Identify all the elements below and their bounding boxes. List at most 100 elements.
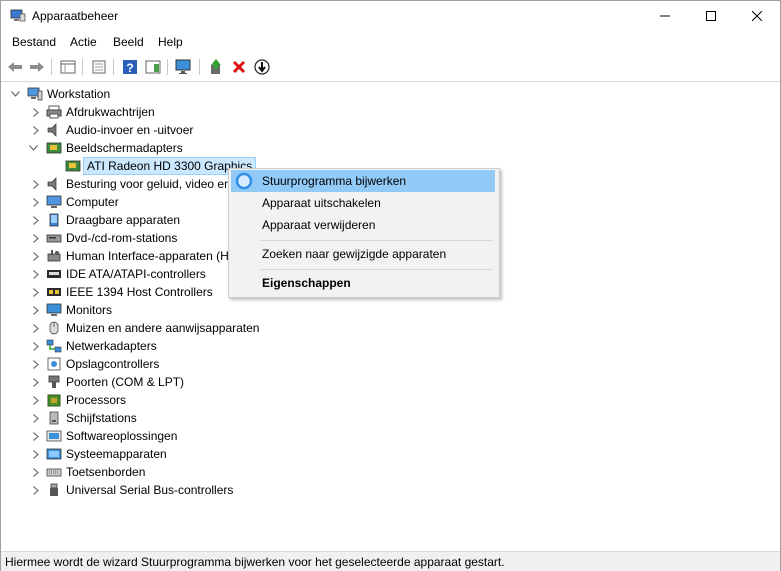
chevron-right-icon[interactable]	[31, 355, 40, 373]
chevron-right-icon[interactable]	[31, 193, 40, 211]
menu-item-properties[interactable]: Eigenschappen	[231, 272, 495, 294]
tree-item-label: Systeemapparaten	[66, 447, 167, 461]
menu-bar: Bestand Actie Beeld Help	[1, 32, 780, 53]
tree-root-workstation[interactable]: Workstation	[1, 85, 201, 103]
window-title: Apparaatbeheer	[32, 9, 119, 23]
tree-item-label: Poorten (COM & LPT)	[66, 375, 185, 389]
svg-text:?: ?	[126, 61, 133, 75]
chevron-right-icon[interactable]	[31, 301, 40, 319]
help-icon[interactable]: ?	[121, 58, 139, 76]
menu-item-uninstall-device[interactable]: Apparaat verwijderen	[231, 214, 495, 236]
disable-device-icon[interactable]	[253, 58, 271, 76]
chevron-right-icon[interactable]	[31, 481, 40, 499]
tree-item-label: Processors	[66, 393, 127, 407]
action-pane-icon[interactable]	[144, 58, 162, 76]
tree-item-label: Softwareoplossingen	[66, 429, 178, 443]
context-menu: Stuurprogramma bijwerken Apparaat uitsch…	[228, 168, 500, 298]
display-adapter-icon	[46, 141, 62, 155]
chevron-right-icon[interactable]	[31, 211, 40, 229]
status-bar: Hiermee wordt de wizard Stuurprogramma b…	[1, 551, 780, 571]
portable-device-icon	[46, 213, 62, 227]
tree-item-label: IEEE 1394 Host Controllers	[66, 285, 213, 299]
tree-item-label: Computer	[66, 195, 119, 209]
chevron-right-icon[interactable]	[31, 409, 40, 427]
monitor-icon	[46, 303, 62, 317]
keyboard-icon	[46, 465, 62, 479]
menu-item-label: Eigenschappen	[262, 276, 351, 290]
menu-bestand[interactable]: Bestand	[12, 35, 56, 49]
tree-item-label: Draagbare apparaten	[66, 213, 181, 227]
chevron-right-icon[interactable]	[31, 373, 40, 391]
chevron-right-icon[interactable]	[31, 391, 40, 409]
menu-item-label: Apparaat uitschakelen	[262, 196, 381, 210]
uninstall-x-icon[interactable]	[230, 58, 248, 76]
menu-item-disable-device[interactable]: Apparaat uitschakelen	[231, 192, 495, 214]
computer-icon	[46, 195, 62, 209]
chevron-right-icon[interactable]	[31, 247, 40, 265]
network-icon	[46, 339, 62, 353]
menu-beeld[interactable]: Beeld	[113, 35, 144, 49]
menu-item-update-driver[interactable]: Stuurprogramma bijwerken	[231, 170, 495, 192]
chevron-right-icon[interactable]	[31, 319, 40, 337]
status-text: Hiermee wordt de wizard Stuurprogramma b…	[5, 555, 505, 569]
system-device-icon	[46, 447, 62, 461]
forward-icon[interactable]	[28, 58, 46, 76]
device-manager-app-icon	[10, 9, 26, 23]
disk-drive-icon	[46, 411, 62, 425]
menu-separator	[260, 240, 493, 241]
title-bar: Apparaatbeheer	[1, 1, 780, 32]
storage-controller-icon	[46, 357, 62, 371]
toolbar-separator	[167, 59, 168, 75]
tree-item-label: Dvd-/cd-rom-stations	[66, 231, 178, 245]
update-driver-icon[interactable]	[207, 58, 225, 76]
toolbar-separator	[113, 59, 114, 75]
chevron-right-icon[interactable]	[31, 463, 40, 481]
toolbar-separator	[82, 59, 83, 75]
chevron-down-icon[interactable]	[11, 85, 20, 103]
device-manager-window: Apparaatbeheer Bestand Actie Beeld Help	[0, 0, 781, 571]
tree-item-label: IDE ATA/ATAPI-controllers	[66, 267, 206, 281]
tree-item-label: Beeldschermadapters	[66, 141, 183, 155]
tree-item-label: Toetsenborden	[66, 465, 146, 479]
menu-actie[interactable]: Actie	[70, 35, 97, 49]
tree-item-label: Netwerkadapters	[66, 339, 157, 353]
tree-item-label: Opslagcontrollers	[66, 357, 160, 371]
minimize-button[interactable]	[642, 1, 688, 32]
chevron-right-icon[interactable]	[31, 337, 40, 355]
chevron-right-icon[interactable]	[31, 175, 40, 193]
speaker-icon	[46, 177, 62, 191]
menu-separator	[260, 269, 493, 270]
chevron-right-icon[interactable]	[31, 121, 40, 139]
chevron-right-icon[interactable]	[31, 103, 40, 121]
menu-item-scan-hardware[interactable]: Zoeken naar gewijzigde apparaten	[231, 243, 495, 265]
menu-item-label: Zoeken naar gewijzigde apparaten	[262, 247, 447, 261]
chevron-right-icon[interactable]	[31, 427, 40, 445]
scan-monitor-icon[interactable]	[175, 58, 193, 76]
chevron-down-icon[interactable]	[29, 139, 38, 157]
maximize-icon	[706, 10, 716, 24]
ide-controller-icon	[46, 267, 62, 281]
maximize-button[interactable]	[688, 1, 734, 32]
usb-icon	[46, 483, 62, 497]
properties-pane-icon[interactable]	[59, 58, 77, 76]
close-button[interactable]	[734, 1, 780, 32]
tree-item-label: Human Interface-apparaten (HID)	[66, 249, 245, 263]
tree-item-label: Muizen en andere aanwijsapparaten	[66, 321, 260, 335]
printer-icon	[46, 105, 62, 119]
properties-icon[interactable]	[90, 58, 108, 76]
chevron-right-icon[interactable]	[31, 229, 40, 247]
menu-help[interactable]: Help	[158, 35, 183, 49]
dvd-drive-icon	[46, 231, 62, 245]
tree-item-label: Afdrukwachtrijen	[66, 105, 155, 119]
processor-icon	[46, 393, 62, 407]
speaker-icon	[46, 123, 62, 137]
chevron-right-icon[interactable]	[31, 445, 40, 463]
back-icon[interactable]	[6, 58, 24, 76]
hid-icon	[46, 249, 62, 263]
port-icon	[46, 375, 62, 389]
chevron-right-icon[interactable]	[31, 265, 40, 283]
chevron-right-icon[interactable]	[31, 283, 40, 301]
mouse-icon	[46, 321, 62, 335]
tree-item-label: Audio-invoer en -uitvoer	[66, 123, 194, 137]
computer-icon	[27, 87, 43, 101]
